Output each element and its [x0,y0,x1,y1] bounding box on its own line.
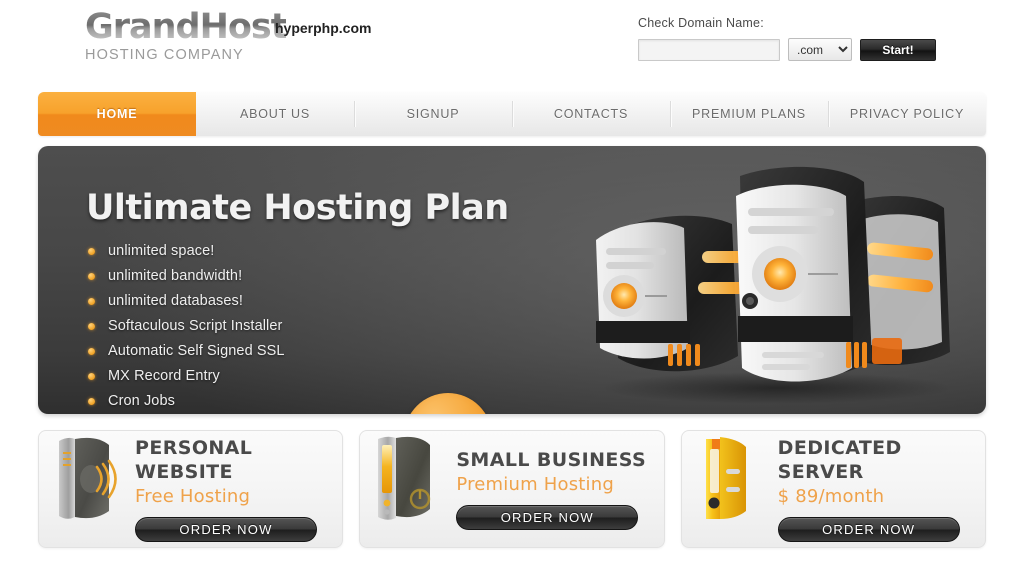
binder-folder-icon [682,431,778,547]
hero-feature-label: Cron Jobs [108,393,175,409]
plan-card-body: DEDICATED SERVER $ 89/month ORDER NOW [777,436,985,542]
plan-card-dedicated-server[interactable]: DEDICATED SERVER $ 89/month ORDER NOW [680,430,986,548]
hero-feature-item: unlimited space! [88,239,285,264]
hero-title: Ultimate Hosting Plan [86,188,509,228]
plan-card-body: SMALL BUSINESS Premium Hosting ORDER NOW [456,448,663,530]
hero-feature-label: unlimited space! [108,243,215,259]
plan-card-body: PERSONAL WEBSITE Free Hosting ORDER NOW [135,436,342,542]
hero-banner: Ultimate Hosting Plan unlimited space! u… [38,146,986,414]
plan-subtitle: Premium Hosting [456,474,614,495]
domain-start-button[interactable]: Start! [860,38,936,61]
bullet-dot-icon [88,348,95,355]
bullet-dot-icon [88,373,95,380]
hero-feature-label: unlimited bandwidth! [108,268,243,284]
nav-item-home[interactable]: HOME [38,92,196,136]
nav-item-about-us[interactable]: ABOUT US [196,92,354,136]
bullet-dot-icon [88,298,95,305]
wifi-server-icon [39,431,135,547]
plan-title: SMALL BUSINESS [456,449,647,471]
nav-item-contacts[interactable]: CONTACTS [512,92,670,136]
plan-subtitle: Free Hosting [135,486,251,507]
hero-feature-item: MX Record Entry [88,364,285,389]
bullet-dot-icon [88,273,95,280]
tld-select[interactable]: .com [788,38,852,61]
domain-check-widget: Check Domain Name: .com Start! [638,16,958,61]
sticker-text: $2.95/ month! [391,380,505,414]
nav-item-privacy-policy[interactable]: PRIVACY POLICY [828,92,986,136]
domain-search-input[interactable] [638,38,780,61]
price-sticker-badge: $2.95/ month! [404,393,492,414]
bullet-dot-icon [88,398,95,405]
hero-feature-label: unlimited databases! [108,293,243,309]
server-towers-illustration [572,156,962,406]
page-root: GrandHost HOSTING COMPANY hyperphp.com C… [0,0,1024,562]
domain-check-label: Check Domain Name: [638,16,764,30]
order-now-button[interactable]: ORDER NOW [456,505,639,530]
plan-card-personal-website[interactable]: PERSONAL WEBSITE Free Hosting ORDER NOW [38,430,344,548]
hero-feature-label: Softaculous Script Installer [108,318,283,334]
hero-feature-label: Automatic Self Signed SSL [108,343,285,359]
logo-title: GrandHost [85,7,287,47]
bullet-dot-icon [88,248,95,255]
hero-feature-item: unlimited databases! [88,289,285,314]
site-header: GrandHost HOSTING COMPANY hyperphp.com C… [0,0,1024,88]
bullet-dot-icon [88,323,95,330]
hero-feature-item: Softaculous Script Installer [88,314,285,339]
desktop-tower-icon [360,431,456,547]
main-navigation: HOME ABOUT US SIGNUP CONTACTS PREMIUM PL… [38,92,986,136]
logo-subtitle: HOSTING COMPANY [85,47,244,63]
plan-title: PERSONAL WEBSITE [135,437,253,483]
order-now-button[interactable]: ORDER NOW [777,517,960,542]
plan-cards: PERSONAL WEBSITE Free Hosting ORDER NOW [38,430,986,548]
hero-feature-item: Automatic Self Signed SSL [88,339,285,364]
hero-feature-item: unlimited bandwidth! [88,264,285,289]
site-domain-tag: hyperphp.com [275,20,372,36]
hero-feature-label: MX Record Entry [108,368,220,384]
plan-title: DEDICATED SERVER [777,437,902,483]
hero-feature-item: Cron Jobs [88,389,285,414]
nav-item-premium-plans[interactable]: PREMIUM PLANS [670,92,828,136]
nav-item-signup[interactable]: SIGNUP [354,92,512,136]
plan-subtitle: $ 89/month [777,486,885,507]
domain-check-row: .com Start! [638,38,958,61]
logo[interactable]: GrandHost HOSTING COMPANY hyperphp.com [85,7,371,63]
hero-feature-list: unlimited space! unlimited bandwidth! un… [88,239,285,414]
plan-card-small-business[interactable]: SMALL BUSINESS Premium Hosting ORDER NOW [359,430,665,548]
order-now-button[interactable]: ORDER NOW [135,517,317,542]
